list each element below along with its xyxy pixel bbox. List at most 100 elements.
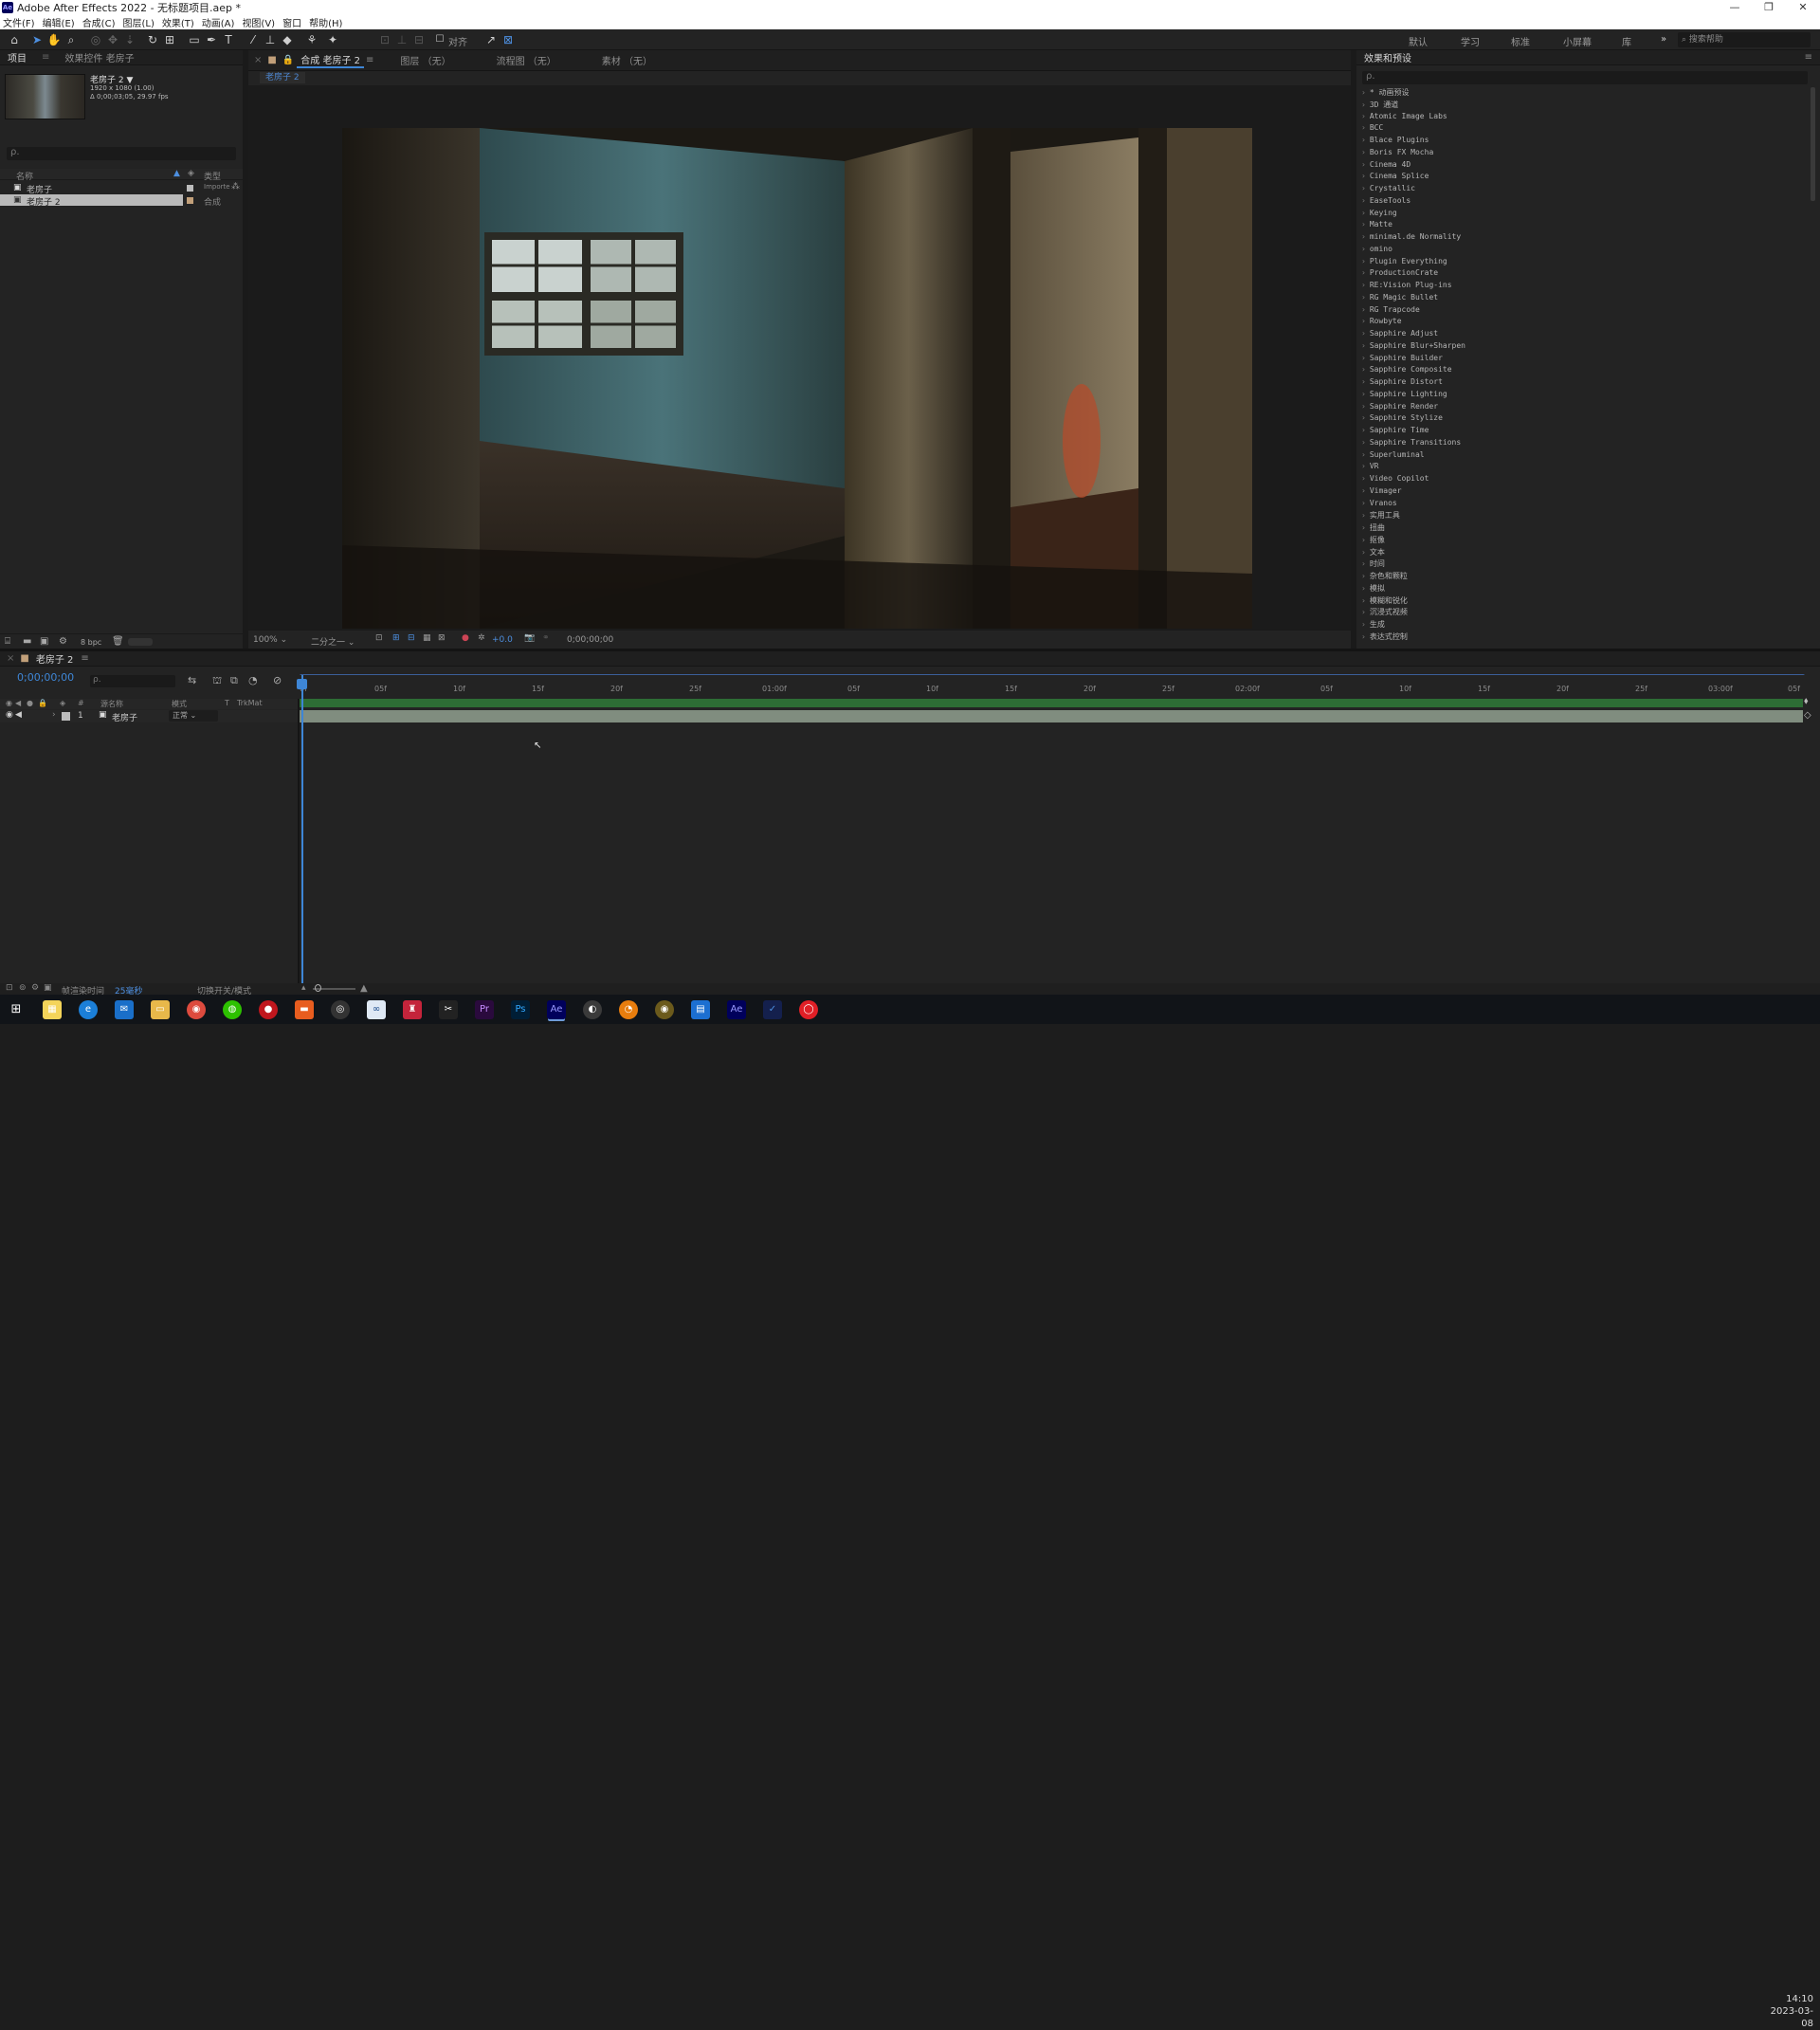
label-tag-icon[interactable]: ◈ — [60, 699, 65, 707]
menu-composition[interactable]: 合成(C) — [82, 15, 116, 29]
app-icon[interactable]: ◐ — [583, 1000, 602, 1019]
windows-start-icon[interactable]: ⊞ — [7, 1000, 26, 1019]
tab-effects-presets[interactable]: 效果和预设 — [1356, 50, 1419, 64]
effects-menu-icon[interactable]: ≡ — [1797, 52, 1820, 63]
app-icon[interactable]: ✓ — [763, 1000, 782, 1019]
effect-category[interactable]: Sapphire Transitions — [1361, 438, 1807, 450]
effect-category[interactable]: EaseTools — [1361, 196, 1807, 209]
effect-category[interactable]: ProductionCrate — [1361, 268, 1807, 281]
menu-view[interactable]: 视图(V) — [242, 15, 275, 29]
label-tag-icon[interactable]: ◈ — [188, 169, 194, 178]
clone-stamp-tool-icon[interactable]: ⊥ — [263, 32, 278, 47]
grid-guide-icon[interactable]: ▦ — [423, 633, 431, 643]
after-effects-2-icon[interactable]: Ae — [727, 1000, 746, 1019]
magnification-dropdown[interactable]: 100% ⌄ — [253, 635, 287, 645]
tab-flowchart[interactable]: 流程图 （无） — [478, 53, 583, 67]
resolution-dropdown[interactable]: 二分之一 ⌄ — [311, 635, 355, 648]
layer-label-swatch[interactable] — [62, 712, 70, 721]
layer-mode-dropdown[interactable]: 正常 ⌄ — [169, 710, 218, 722]
workspace-libraries[interactable]: 库 — [1622, 34, 1631, 48]
wechat-icon[interactable]: ◍ — [223, 1000, 242, 1019]
region-of-interest-icon[interactable]: ⊡ — [375, 633, 383, 643]
minimize-button[interactable]: — — [1720, 0, 1749, 15]
thumbnail-slider[interactable] — [128, 638, 153, 646]
tab-composition[interactable]: 合成 老房子 2 — [297, 52, 365, 68]
app-icon[interactable]: ▤ — [691, 1000, 710, 1019]
graph-editor-icon[interactable]: ⊘ — [273, 674, 282, 686]
effect-category[interactable]: Sapphire Time — [1361, 426, 1807, 438]
effect-category[interactable]: 扭曲 — [1361, 522, 1807, 535]
file-store-icon[interactable]: ▦ — [43, 1000, 62, 1019]
menu-animation[interactable]: 动画(A) — [202, 15, 235, 29]
app-icon[interactable]: ◯ — [799, 1000, 818, 1019]
solo-toggle-icon[interactable]: ● — [27, 699, 33, 707]
effect-category[interactable]: Sapphire Render — [1361, 402, 1807, 414]
current-time-display[interactable]: 0;00;00;00 — [567, 635, 613, 645]
snap-extents-icon[interactable]: ⊠ — [500, 32, 516, 47]
effect-category[interactable]: omino — [1361, 245, 1807, 257]
effect-category[interactable]: Vimager — [1361, 486, 1807, 499]
puppet-tool-icon[interactable]: ✦ — [325, 32, 340, 47]
view-axis-icon[interactable]: ⊟ — [411, 32, 427, 47]
video-toggle-icon[interactable]: ◉ — [6, 699, 12, 707]
effect-category[interactable]: Vranos — [1361, 499, 1807, 511]
frame-blending-icon[interactable]: ⧉ — [230, 674, 238, 687]
dolly-tool-icon[interactable]: ⇣ — [122, 32, 137, 47]
audio-toggle-icon[interactable]: ◀ — [15, 699, 21, 707]
effect-category[interactable]: Cinema 4D — [1361, 160, 1807, 173]
layer-name[interactable]: 老房子 — [112, 711, 137, 723]
delete-icon[interactable]: 🗑 — [112, 636, 124, 647]
premiere-pro-icon[interactable]: Pr — [475, 1000, 494, 1019]
photoshop-icon[interactable]: Ps — [511, 1000, 530, 1019]
blender-icon[interactable]: ◔ — [619, 1000, 638, 1019]
close-button[interactable]: ✕ — [1789, 0, 1817, 15]
effect-category[interactable]: RE:Vision Plug-ins — [1361, 281, 1807, 293]
timeline-divider[interactable] — [298, 699, 300, 983]
layer-audio-toggle-icon[interactable]: ◀ — [15, 710, 22, 720]
effect-category[interactable]: Sapphire Lighting — [1361, 390, 1807, 402]
draft-3d-icon[interactable]: ⛫ — [212, 674, 222, 688]
effects-search-input[interactable]: ρ. — [1362, 71, 1808, 84]
file-explorer-icon[interactable]: ▭ — [151, 1000, 170, 1019]
comp-menu-icon[interactable]: ≡ — [364, 55, 381, 65]
effect-category[interactable]: Rowbyte — [1361, 317, 1807, 329]
playhead-handle[interactable] — [297, 679, 307, 689]
effect-category[interactable]: Sapphire Builder — [1361, 354, 1807, 366]
list-item[interactable]: ▣ 老房子 Importe ⁂ — [0, 182, 243, 195]
effect-category[interactable]: Video Copilot — [1361, 474, 1807, 486]
transfer-controls-icon[interactable]: ⊚ — [19, 983, 27, 993]
tab-timeline-comp[interactable]: 老房子 2 — [32, 651, 78, 666]
timeline-search-input[interactable]: ρ. — [90, 675, 175, 687]
close-tab-icon[interactable]: × — [0, 653, 17, 664]
effect-category[interactable]: 模糊和锐化 — [1361, 595, 1807, 608]
lock-icon[interactable]: 🔒 — [280, 55, 297, 65]
effect-category[interactable]: Plugin Everything — [1361, 257, 1807, 269]
label-color-swatch[interactable] — [187, 185, 193, 192]
show-snapshot-icon[interactable]: ⚭ — [542, 633, 550, 643]
render-time-icon[interactable]: ▣ — [44, 983, 52, 993]
orbit-tool-icon[interactable]: ◎ — [88, 32, 103, 47]
project-search-input[interactable]: ρ. — [7, 147, 236, 160]
brush-tool-icon[interactable]: ⁄ — [246, 32, 261, 47]
workspace-standard[interactable]: 标准 — [1511, 34, 1530, 48]
workspace-learn[interactable]: 学习 — [1461, 34, 1480, 48]
snapshot-icon[interactable]: 📷 — [524, 633, 535, 643]
effect-category[interactable]: Cinema Splice — [1361, 172, 1807, 184]
project-menu-icon[interactable]: ≡ — [34, 52, 57, 63]
comp-breadcrumb[interactable]: 老房子 2 — [260, 72, 305, 83]
composition-frame-image[interactable] — [342, 128, 1252, 629]
effect-category[interactable]: 杂色和颗粒 — [1361, 571, 1807, 583]
zoom-in-icon[interactable]: ▲ — [360, 983, 368, 994]
menu-effect[interactable]: 效果(T) — [162, 15, 194, 29]
layer-end-handle-icon[interactable]: ◇ — [1804, 710, 1811, 721]
snap-checkbox[interactable]: ☐ — [432, 32, 447, 47]
mail-icon[interactable]: ✉ — [115, 1000, 134, 1019]
list-item[interactable]: ▣ 老房子 2 — [0, 194, 183, 208]
pan-tool-icon[interactable]: ✥ — [105, 32, 120, 47]
new-composition-icon[interactable]: ▣ — [40, 636, 48, 647]
roto-brush-tool-icon[interactable]: ⚘ — [304, 32, 319, 47]
after-effects-icon[interactable]: Ae — [547, 1000, 566, 1019]
effect-category[interactable]: * 动画预设 — [1361, 87, 1807, 100]
channel-icon[interactable]: ⊠ — [438, 633, 446, 643]
hand-tool-icon[interactable]: ✋ — [46, 32, 62, 47]
